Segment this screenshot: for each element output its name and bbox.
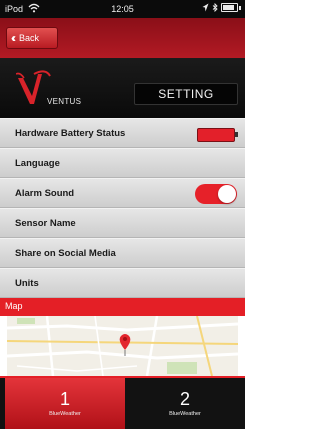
setting-row-alarm-sound: Alarm Sound — [0, 178, 245, 208]
back-button[interactable]: ‹‹ Back — [6, 27, 58, 49]
status-bar: iPod 12:05 — [0, 0, 245, 18]
battery-status-icon — [197, 128, 238, 142]
tab-bar: 1 BlueWeather 2 BlueWeather — [0, 378, 245, 429]
setting-label: Alarm Sound — [15, 188, 75, 199]
setting-row-sensor-name[interactable]: Sensor Name — [0, 208, 245, 238]
tab-bar-edge — [0, 378, 5, 429]
map-graphic — [7, 316, 238, 376]
setting-row-units[interactable]: Units — [0, 268, 245, 298]
settings-list: Hardware Battery Status Language Alarm S… — [0, 118, 245, 298]
status-indicators — [202, 3, 241, 12]
setting-label: Units — [15, 278, 39, 289]
battery-tip-icon — [239, 5, 241, 10]
setting-row-language[interactable]: Language — [0, 148, 245, 178]
toggle-knob — [218, 185, 236, 203]
map-view[interactable] — [7, 316, 238, 376]
location-icon — [202, 3, 209, 12]
navigation-bar: ‹‹ Back — [0, 18, 245, 58]
setting-label: Language — [15, 158, 60, 169]
bluetooth-icon — [212, 3, 218, 12]
back-label: Back — [19, 33, 40, 43]
tab-number: 2 — [179, 389, 190, 409]
app-header: VENTUS SETTING — [0, 58, 245, 118]
section-title: SETTING — [134, 83, 238, 105]
alarm-sound-toggle[interactable] — [195, 184, 237, 204]
tab-sensor-2[interactable]: 2 BlueWeather — [125, 378, 245, 429]
tab-number: 1 — [59, 389, 70, 409]
double-chevron-left-icon: ‹‹ — [11, 31, 16, 45]
tab-label: BlueWeather — [49, 411, 81, 417]
tab-sensor-1[interactable]: 1 BlueWeather — [5, 378, 125, 429]
setting-row-hardware-battery-status[interactable]: Hardware Battery Status — [0, 118, 245, 148]
map-header: Map — [0, 298, 245, 316]
brand-name: VENTUS — [47, 97, 82, 106]
setting-label: Hardware Battery Status — [15, 128, 126, 139]
setting-label: Share on Social Media — [15, 248, 116, 259]
map-title: Map — [5, 301, 23, 311]
setting-row-share-on-social-media[interactable]: Share on Social Media — [0, 238, 245, 268]
battery-icon — [221, 3, 238, 12]
tab-label: BlueWeather — [169, 411, 201, 417]
setting-label: Sensor Name — [15, 218, 76, 229]
